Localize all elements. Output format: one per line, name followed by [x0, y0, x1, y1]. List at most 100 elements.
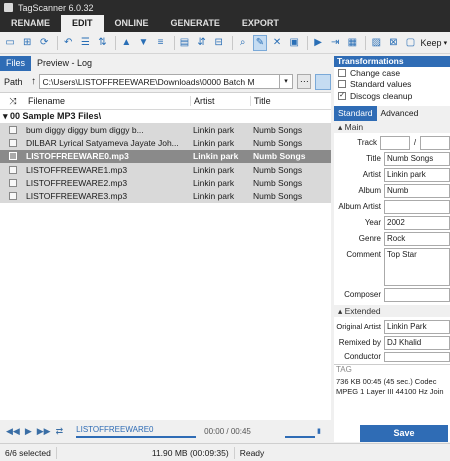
album-artist-row: Album Artist	[334, 199, 450, 214]
track-total-field[interactable]	[420, 135, 450, 150]
title-cell: Numb Songs	[253, 177, 303, 188]
file-row[interactable]: LISTOFFREEWARE1.mp3 Linkin park Numb Songs	[0, 162, 331, 177]
checkbox[interactable]	[338, 68, 346, 77]
tag-editor-icon[interactable]: ✎	[252, 34, 268, 51]
checkbox[interactable]	[338, 80, 346, 89]
title-cell: Numb Songs	[253, 124, 303, 135]
track-fields: /	[380, 135, 450, 150]
lock-icon[interactable]: ▢	[403, 35, 417, 51]
columns-icon[interactable]: ▤	[177, 35, 191, 51]
filter-icon[interactable]: ⊟	[212, 35, 226, 51]
playback-progress[interactable]: LISTOFFREEWARE0	[76, 424, 197, 438]
section-extended[interactable]: ▴ Extended	[334, 304, 450, 317]
file-row[interactable]: LISTOFFREEWARE2.mp3 Linkin park Numb Songs	[0, 176, 331, 190]
year-field[interactable]: 2002	[384, 215, 450, 230]
sort-icon[interactable]: ⇵	[195, 35, 209, 51]
browse-folder-icon[interactable]: ⋯	[297, 74, 312, 89]
file-row[interactable]: DILBAR Lyrical Satyameva Jayate Joh... Li…	[0, 136, 331, 150]
previous-icon[interactable]: ◀◀	[6, 426, 20, 437]
file-list: bum diggy diggy bum diggy b... Linkin par…	[0, 123, 331, 203]
genre-field[interactable]: Rock	[384, 231, 450, 246]
title-label: Title	[366, 154, 381, 163]
column-filename[interactable]: Filename	[26, 96, 190, 106]
audio-file-icon	[9, 165, 17, 174]
album-artist-field[interactable]	[384, 199, 450, 214]
image-remove-icon[interactable]: ⊠	[386, 35, 400, 51]
progress-bar[interactable]	[76, 436, 197, 438]
remove-tags-icon[interactable]: ✕	[270, 35, 284, 51]
add-folder-icon[interactable]: ⊞	[20, 35, 34, 51]
path-input[interactable]: C:\Users\LISTOFFREEWARE\Downloads\0000 B…	[39, 74, 280, 89]
file-icon-cell	[0, 152, 26, 161]
next-icon[interactable]: ▶▶	[37, 426, 51, 437]
path-row: Path ↑ C:\Users\LISTOFFREEWARE\Downloads…	[0, 71, 332, 93]
comment-field[interactable]: Top Star	[384, 247, 450, 286]
comment-row: Comment Top Star	[334, 247, 450, 286]
search-icon[interactable]: ⌕	[236, 35, 250, 51]
remixed-by-field[interactable]: DJ Khalid	[384, 335, 450, 350]
window-title: TagScanner 6.0.32	[18, 2, 94, 13]
tab-online[interactable]: ONLINE	[104, 15, 160, 32]
album-field[interactable]: Numb	[384, 183, 450, 198]
artist-field[interactable]: Linkin park	[384, 167, 450, 182]
image-icon[interactable]: ▨	[369, 35, 383, 51]
tab-files[interactable]: Files	[0, 56, 32, 71]
composer-field[interactable]	[384, 287, 450, 302]
file-row[interactable]: bum diggy diggy bum diggy b... Linkin par…	[0, 123, 331, 137]
composer-label: Composer	[344, 290, 381, 299]
play-icon[interactable]: ▶	[25, 426, 32, 437]
open-folder-icon[interactable]: ▭	[3, 35, 17, 51]
subfolders-toggle-icon[interactable]	[315, 73, 332, 90]
folder-group[interactable]: ▾ 00 Sample MP3 Files\	[0, 110, 331, 123]
select-all-icon[interactable]: ☰	[78, 35, 92, 51]
playback-time: 00:00 / 00:45	[204, 426, 251, 436]
list-icon[interactable]: ≡	[154, 35, 168, 51]
option-discogs-cleanup[interactable]: ✓ Discogs cleanup	[334, 90, 450, 102]
file-row[interactable]: LISTOFFREEWARE0.mp3 Linkin park Numb Songs	[0, 149, 331, 163]
up-folder-icon[interactable]: ↑	[28, 76, 40, 87]
conductor-field[interactable]	[384, 351, 450, 362]
path-dropdown-icon[interactable]: ▾	[279, 74, 294, 89]
section-main[interactable]: ▴ Main	[334, 120, 450, 133]
option-change-case[interactable]: Change case	[334, 67, 450, 79]
file-row[interactable]: LISTOFFREEWARE3.mp3 Linkin park Numb Songs	[0, 189, 331, 203]
cover-icon[interactable]: ▣	[287, 35, 301, 51]
track-number-field[interactable]	[380, 135, 410, 150]
tab-preview-log[interactable]: Preview - Log	[31, 56, 98, 71]
undo-icon[interactable]: ↶	[61, 35, 75, 51]
tab-advanced[interactable]: Advanced	[377, 106, 423, 121]
move-down-icon[interactable]: ▼	[136, 35, 150, 51]
collapse-icon[interactable]: ▾	[3, 111, 10, 121]
invert-selection-icon[interactable]: ⇅	[95, 35, 109, 51]
title-cell: Numb Songs	[253, 151, 306, 162]
refresh-icon[interactable]: ⟳	[37, 35, 51, 51]
tab-edit[interactable]: EDIT	[61, 15, 104, 32]
keep-dropdown[interactable]: Keep ▾	[421, 38, 450, 48]
properties-icon[interactable]: ▦	[345, 35, 359, 51]
volume-bar[interactable]	[285, 436, 315, 438]
repeat-icon[interactable]: ⇄	[56, 426, 64, 437]
file-panel-tabs: Files Preview - Log	[0, 56, 331, 71]
move-up-icon[interactable]: ▲	[119, 35, 133, 51]
save-button[interactable]: Save	[360, 425, 448, 442]
filename-cell: DILBAR Lyrical Satyameva Jayate Joh...	[26, 137, 179, 148]
composer-row: Composer	[334, 287, 450, 302]
shuffle-icon[interactable]: ⤨	[0, 96, 26, 107]
column-title[interactable]: Title	[250, 96, 330, 106]
play-file-icon[interactable]: ▶	[311, 35, 325, 51]
filename-cell: LISTOFFREEWARE0.mp3	[26, 151, 129, 162]
original-artist-field[interactable]: Linkin Park	[384, 319, 450, 334]
tab-rename[interactable]: RENAME	[0, 15, 61, 32]
column-artist[interactable]: Artist	[190, 96, 250, 106]
tab-export[interactable]: EXPORT	[231, 15, 290, 32]
export-icon[interactable]: ⇥	[328, 35, 342, 51]
option-standard-values[interactable]: Standard values	[334, 79, 450, 91]
tab-standard[interactable]: Standard	[334, 105, 377, 121]
artist-row: Artist Linkin park	[334, 167, 450, 182]
audio-file-icon	[9, 125, 17, 134]
volume-slider[interactable]: ▮	[285, 424, 325, 438]
title-field[interactable]: Numb Songs	[384, 151, 450, 166]
tab-generate[interactable]: GENERATE	[160, 15, 231, 32]
year-label: Year	[364, 218, 381, 227]
checkbox-checked[interactable]: ✓	[338, 91, 346, 100]
